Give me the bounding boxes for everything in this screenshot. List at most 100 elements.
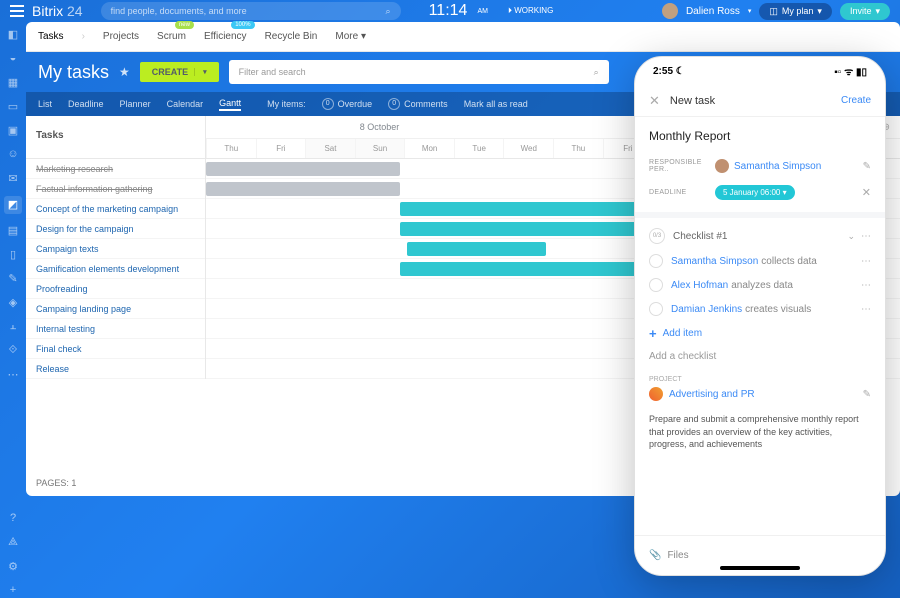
menu-icon[interactable] bbox=[10, 5, 24, 17]
more-icon[interactable]: ⋯ bbox=[861, 231, 871, 242]
task-title-field[interactable]: Monthly Report bbox=[649, 129, 871, 143]
rail-icon-doc[interactable]: ▭ bbox=[6, 100, 20, 114]
phone-create-button[interactable]: Create bbox=[841, 95, 871, 106]
view-calendar[interactable]: Calendar bbox=[167, 99, 204, 109]
rail-icon-settings[interactable]: ⚙ bbox=[6, 560, 20, 574]
clear-deadline-icon[interactable]: ✕ bbox=[862, 186, 871, 199]
view-planner[interactable]: Planner bbox=[120, 99, 151, 109]
rail-icon-dev[interactable]: ⟐ bbox=[6, 344, 20, 358]
create-button[interactable]: CREATE▾ bbox=[140, 62, 219, 82]
day-cell: Sat bbox=[305, 139, 355, 158]
brand-logo[interactable]: Bitrix 24 bbox=[32, 3, 83, 19]
chevron-down-icon[interactable]: ⌄ bbox=[847, 231, 855, 242]
more-icon[interactable]: ⋯ bbox=[861, 304, 871, 315]
rail-icon-help[interactable]: ? bbox=[6, 512, 20, 526]
rail-icon-mail[interactable]: ✉ bbox=[6, 172, 20, 186]
checklist-item[interactable]: Damian Jenkins creates visuals⋯ bbox=[649, 302, 871, 316]
rail-icon-drive[interactable]: ▯ bbox=[6, 248, 20, 262]
task-item[interactable]: Factual information gathering bbox=[26, 179, 205, 199]
project-row[interactable]: Advertising and PR ✎ bbox=[649, 387, 871, 401]
avatar[interactable] bbox=[662, 3, 678, 19]
phone-title: New task bbox=[670, 95, 715, 107]
rail-icon-people[interactable]: ☺ bbox=[6, 148, 20, 162]
star-icon[interactable]: ★ bbox=[119, 65, 130, 79]
mark-all-read[interactable]: Mark all as read bbox=[464, 99, 528, 109]
tab-projects[interactable]: Projects bbox=[103, 31, 139, 42]
task-item[interactable]: Marketing research bbox=[26, 159, 205, 179]
task-item[interactable]: Internal testing bbox=[26, 319, 205, 339]
deadline-pill[interactable]: 5 January 06:00 ▾ bbox=[715, 185, 795, 200]
page-title: My tasks bbox=[38, 62, 109, 83]
responsible-person[interactable]: Samantha Simpson bbox=[715, 159, 821, 173]
clock-ampm: AM bbox=[477, 8, 488, 15]
rail-icon-add[interactable]: + bbox=[6, 584, 20, 598]
avatar bbox=[715, 159, 729, 173]
edit-icon[interactable]: ✎ bbox=[863, 161, 871, 172]
checkbox-icon[interactable] bbox=[649, 278, 663, 292]
task-item[interactable]: Campaing landing page bbox=[26, 299, 205, 319]
tab-more[interactable]: More ▾ bbox=[335, 31, 366, 42]
global-search[interactable]: find people, documents, and more ⌕ bbox=[101, 2, 401, 20]
more-icon[interactable]: ⋯ bbox=[861, 256, 871, 267]
add-item-button[interactable]: +Add item bbox=[649, 326, 871, 341]
overdue-chip[interactable]: 0Overdue bbox=[322, 98, 373, 110]
checklist-item[interactable]: Alex Hofman analyzes data⋯ bbox=[649, 278, 871, 292]
project-label: PROJECT bbox=[649, 376, 871, 383]
tab-tasks[interactable]: Tasks bbox=[38, 31, 64, 42]
phone-header: ✕ New task Create bbox=[635, 85, 885, 117]
tab-efficiency[interactable]: Efficiency100% bbox=[204, 31, 247, 42]
gantt-bar[interactable] bbox=[407, 242, 546, 256]
view-list[interactable]: List bbox=[38, 99, 52, 109]
day-cell: Fri bbox=[256, 139, 306, 158]
rail-icon-more[interactable]: ⋯ bbox=[6, 368, 20, 382]
rail-icon-calendar[interactable]: ▦ bbox=[6, 76, 20, 90]
more-icon[interactable]: ⋯ bbox=[861, 280, 871, 291]
left-rail: ◧ ◒ ▦ ▭ ▣ ☺ ✉ ◩ ▤ ▯ ✎ ◈ ⫠ ⟐ ⋯ ? ⟁ ⚙ + bbox=[0, 22, 26, 598]
gantt-bar[interactable] bbox=[206, 162, 400, 176]
tasks-column-header: Tasks bbox=[26, 116, 205, 158]
tab-scrum[interactable]: Scrumnew bbox=[157, 31, 186, 42]
close-icon[interactable]: ✕ bbox=[649, 93, 660, 109]
rail-icon-folder[interactable]: ▣ bbox=[6, 124, 20, 138]
invite-button[interactable]: Invite ▾ bbox=[840, 3, 890, 20]
checklist-item[interactable]: Samantha Simpson collects data⋯ bbox=[649, 254, 871, 268]
task-list: Marketing researchFactual information ga… bbox=[26, 159, 206, 379]
edit-icon[interactable]: ✎ bbox=[863, 389, 871, 400]
attachment-icon[interactable]: 📎 bbox=[649, 550, 661, 561]
comments-chip[interactable]: 0Comments bbox=[388, 98, 448, 110]
checkbox-icon[interactable] bbox=[649, 254, 663, 268]
files-label[interactable]: Files bbox=[667, 550, 688, 561]
working-status[interactable]: ⏵ WORKING bbox=[508, 6, 553, 16]
user-name[interactable]: Dalien Ross bbox=[686, 6, 740, 17]
view-gantt[interactable]: Gantt bbox=[219, 98, 241, 111]
gantt-bar[interactable] bbox=[400, 262, 636, 276]
rail-icon-crm[interactable]: ▤ bbox=[6, 224, 20, 238]
phone-mockup: 2:55 ☾ ▪▫ ᯤ ▮▯ ✕ New task Create Monthly… bbox=[634, 56, 886, 576]
rail-icon-edit[interactable]: ✎ bbox=[6, 272, 20, 286]
task-item[interactable]: Final check bbox=[26, 339, 205, 359]
task-item[interactable]: Release bbox=[26, 359, 205, 379]
view-deadline[interactable]: Deadline bbox=[68, 99, 104, 109]
rail-icon-home[interactable]: ◧ bbox=[6, 28, 20, 42]
task-item[interactable]: Campaign texts bbox=[26, 239, 205, 259]
rail-icon-chat[interactable]: ◒ bbox=[6, 52, 20, 66]
rail-icon-market[interactable]: ◈ bbox=[6, 296, 20, 310]
tab-recycle[interactable]: Recycle Bin bbox=[265, 31, 318, 42]
filter-input[interactable]: Filter and search ⌕ bbox=[229, 60, 609, 84]
task-item[interactable]: Concept of the marketing campaign bbox=[26, 199, 205, 219]
phone-statusbar: 2:55 ☾ ▪▫ ᯤ ▮▯ bbox=[635, 57, 885, 85]
rail-icon-tasks[interactable]: ◩ bbox=[4, 196, 22, 214]
rail-icon-sitemap[interactable]: ⟁ bbox=[6, 536, 20, 550]
checkbox-icon[interactable] bbox=[649, 302, 663, 316]
checklist-header[interactable]: 0/3 Checklist #1 ⌄ ⋯ bbox=[649, 228, 871, 244]
task-item[interactable]: Design for the campaign bbox=[26, 219, 205, 239]
add-checklist-button[interactable]: Add a checklist bbox=[649, 351, 871, 362]
rail-icon-bi[interactable]: ⫠ bbox=[6, 320, 20, 334]
task-item[interactable]: Gamification elements development bbox=[26, 259, 205, 279]
pages-indicator: PAGES: 1 bbox=[36, 478, 76, 488]
task-description[interactable]: Prepare and submit a comprehensive month… bbox=[649, 413, 871, 451]
my-items-label: My items: bbox=[267, 99, 306, 109]
task-item[interactable]: Proofreading bbox=[26, 279, 205, 299]
my-plan-button[interactable]: ◫ My plan ▾ bbox=[759, 3, 832, 20]
gantt-bar[interactable] bbox=[206, 182, 400, 196]
